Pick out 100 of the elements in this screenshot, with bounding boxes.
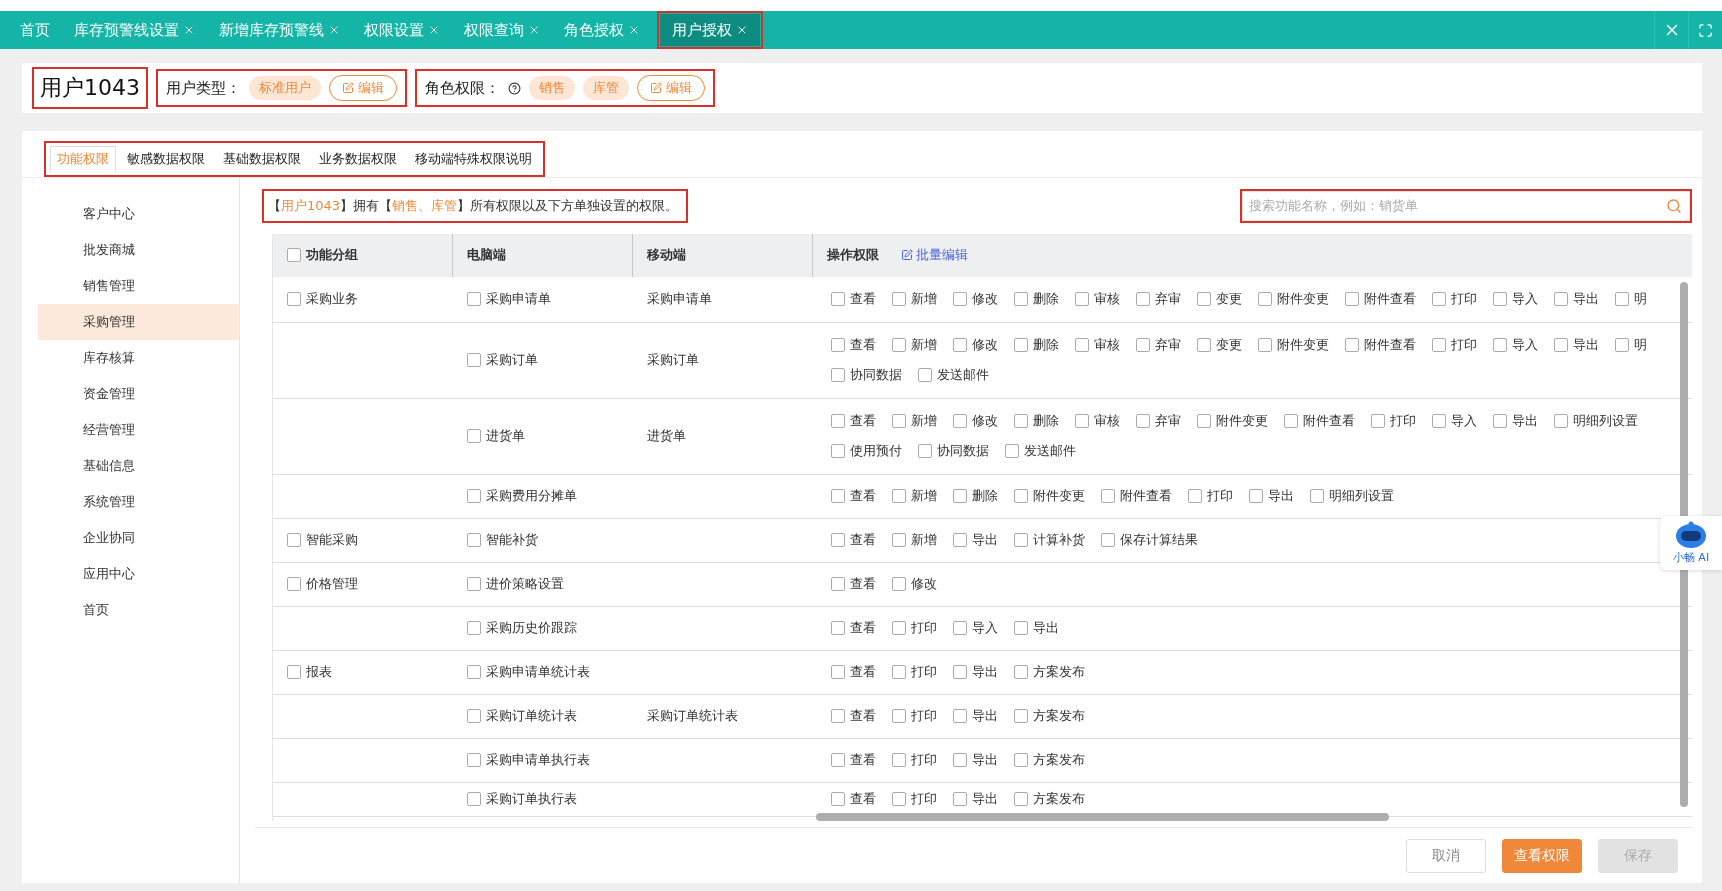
checkbox[interactable] (287, 248, 301, 262)
footer-button[interactable]: 取消 (1406, 838, 1486, 873)
sidebar-item[interactable]: 销售管理 (38, 268, 239, 304)
close-icon[interactable] (736, 24, 748, 36)
checkbox[interactable] (1014, 621, 1028, 635)
checkbox[interactable] (831, 665, 845, 679)
checkbox[interactable] (831, 577, 845, 591)
checkbox[interactable] (1493, 292, 1507, 306)
search-field[interactable]: 搜索功能名称，例如：销货单 (1242, 190, 1690, 221)
batch-edit-link[interactable]: 批量编辑 (901, 246, 968, 264)
checkbox[interactable] (953, 338, 967, 352)
checkbox[interactable] (1101, 533, 1115, 547)
checkbox[interactable] (1075, 292, 1089, 306)
checkbox[interactable] (1432, 292, 1446, 306)
checkbox[interactable] (1258, 338, 1272, 352)
checkbox[interactable] (1014, 709, 1028, 723)
checkbox[interactable] (1101, 489, 1115, 503)
checkbox[interactable] (1432, 338, 1446, 352)
checkbox[interactable] (953, 792, 967, 806)
sidebar-item[interactable]: 经营管理 (38, 412, 239, 448)
checkbox[interactable] (1284, 414, 1298, 428)
checkbox[interactable] (1188, 489, 1202, 503)
sidebar-item[interactable]: 基础信息 (38, 448, 239, 484)
checkbox[interactable] (1014, 533, 1028, 547)
checkbox[interactable] (467, 709, 481, 723)
sidebar-item[interactable]: 采购管理 (38, 304, 239, 340)
checkbox[interactable] (892, 621, 906, 635)
checkbox[interactable] (831, 444, 845, 458)
checkbox[interactable] (953, 533, 967, 547)
checkbox[interactable] (892, 753, 906, 767)
checkbox[interactable] (1615, 338, 1629, 352)
close-icon[interactable] (528, 24, 540, 36)
sidebar-item[interactable]: 客户中心 (38, 196, 239, 232)
checkbox[interactable] (892, 338, 906, 352)
checkbox[interactable] (831, 489, 845, 503)
checkbox[interactable] (1197, 338, 1211, 352)
checkbox[interactable] (1432, 414, 1446, 428)
checkbox[interactable] (467, 792, 481, 806)
checkbox[interactable] (953, 292, 967, 306)
horizontal-scrollbar[interactable] (816, 813, 1389, 822)
checkbox[interactable] (467, 533, 481, 547)
checkbox[interactable] (1310, 489, 1324, 503)
checkbox[interactable] (1371, 414, 1385, 428)
checkbox[interactable] (918, 444, 932, 458)
sidebar-item[interactable]: 批发商城 (38, 232, 239, 268)
checkbox[interactable] (892, 577, 906, 591)
checkbox[interactable] (1136, 292, 1150, 306)
checkbox[interactable] (287, 665, 301, 679)
checkbox[interactable] (1075, 338, 1089, 352)
checkbox[interactable] (1014, 338, 1028, 352)
checkbox[interactable] (892, 414, 906, 428)
checkbox[interactable] (892, 709, 906, 723)
sub-tab[interactable]: 移动端特殊权限说明 (408, 146, 539, 172)
sidebar-item[interactable]: 企业协同 (38, 520, 239, 556)
checkbox[interactable] (467, 429, 481, 443)
checkbox[interactable] (467, 665, 481, 679)
checkbox[interactable] (1615, 292, 1629, 306)
close-icon[interactable] (628, 24, 640, 36)
close-icon[interactable] (328, 24, 340, 36)
checkbox[interactable] (953, 709, 967, 723)
checkbox[interactable] (831, 338, 845, 352)
checkbox[interactable] (1345, 338, 1359, 352)
checkbox[interactable] (1075, 414, 1089, 428)
checkbox[interactable] (953, 621, 967, 635)
sub-tab[interactable]: 业务数据权限 (312, 146, 404, 172)
checkbox[interactable] (287, 577, 301, 591)
checkbox[interactable] (831, 792, 845, 806)
sidebar-item[interactable]: 应用中心 (38, 556, 239, 592)
fullscreen-icon[interactable] (1698, 22, 1713, 38)
checkbox[interactable] (1014, 414, 1028, 428)
help-icon[interactable] (508, 81, 521, 95)
checkbox[interactable] (1554, 338, 1568, 352)
sidebar-item[interactable]: 资金管理 (38, 376, 239, 412)
checkbox[interactable] (1493, 414, 1507, 428)
checkbox[interactable] (892, 489, 906, 503)
checkbox[interactable] (953, 414, 967, 428)
checkbox[interactable] (892, 665, 906, 679)
checkbox[interactable] (1345, 292, 1359, 306)
checkbox[interactable] (953, 665, 967, 679)
checkbox[interactable] (1136, 414, 1150, 428)
checkbox[interactable] (831, 709, 845, 723)
checkbox[interactable] (467, 353, 481, 367)
checkbox[interactable] (1014, 753, 1028, 767)
checkbox[interactable] (1014, 792, 1028, 806)
checkbox[interactable] (1014, 665, 1028, 679)
checkbox[interactable] (1014, 489, 1028, 503)
sub-tab[interactable]: 基础数据权限 (216, 146, 308, 172)
checkbox[interactable] (831, 414, 845, 428)
checkbox[interactable] (831, 753, 845, 767)
checkbox[interactable] (892, 292, 906, 306)
sidebar-item[interactable]: 系统管理 (38, 484, 239, 520)
checkbox[interactable] (1005, 444, 1019, 458)
checkbox[interactable] (1258, 292, 1272, 306)
checkbox[interactable] (953, 489, 967, 503)
checkbox[interactable] (287, 292, 301, 306)
checkbox[interactable] (1554, 414, 1568, 428)
close-icon[interactable] (428, 24, 440, 36)
checkbox[interactable] (287, 533, 301, 547)
checkbox[interactable] (1493, 338, 1507, 352)
close-icon[interactable] (183, 24, 195, 36)
